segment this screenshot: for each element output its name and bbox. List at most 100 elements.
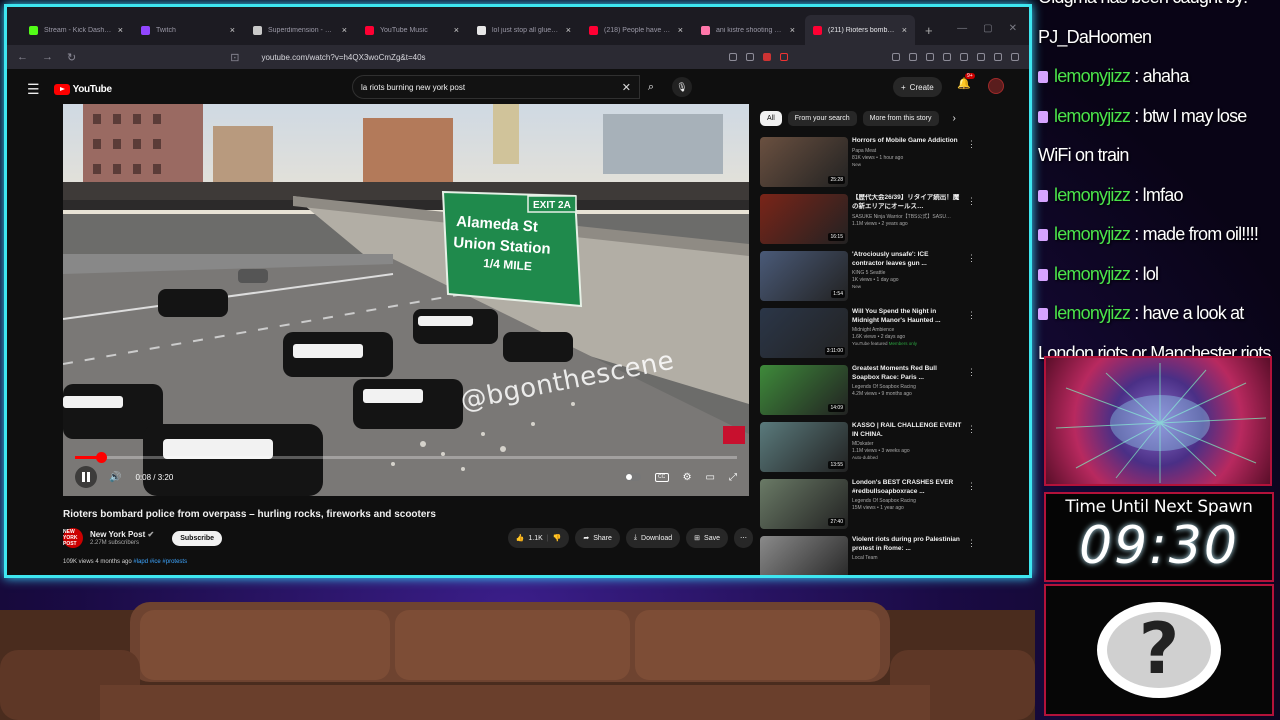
- subscribe-button[interactable]: Subscribe: [172, 530, 223, 546]
- browser-tab[interactable]: Twitch ×: [133, 15, 243, 45]
- youtube-logo[interactable]: YouTube: [53, 83, 112, 95]
- extension-icon[interactable]: [763, 53, 771, 61]
- video-thumbnail[interactable]: 1:54: [760, 251, 848, 301]
- maximize-icon[interactable]: ▢: [983, 23, 992, 34]
- url-field[interactable]: youtube.com/watch?v=h4QX3woCmZg&t=40s: [253, 53, 715, 62]
- forward-icon[interactable]: →: [42, 51, 53, 63]
- minimize-icon[interactable]: —: [957, 23, 967, 34]
- rec-channel[interactable]: Legends Of Soapbox Racing: [852, 384, 962, 390]
- like-button[interactable]: 👍 1.1K | 👎: [507, 528, 570, 548]
- reload-icon[interactable]: ↻: [67, 51, 76, 64]
- toolbar-icon[interactable]: [994, 53, 1002, 61]
- extension-icon[interactable]: [780, 53, 788, 61]
- theater-mode-icon[interactable]: ▭: [706, 472, 715, 483]
- more-options-icon[interactable]: ⋮: [967, 253, 976, 264]
- rec-channel[interactable]: Papa Meat: [852, 148, 962, 154]
- browser-tab[interactable]: (211) Rioters bombard po ×: [805, 15, 915, 45]
- filter-chip[interactable]: From your search: [787, 111, 857, 126]
- more-options-icon[interactable]: ⋮: [967, 310, 976, 321]
- toolbar-icon[interactable]: [909, 53, 917, 61]
- rec-channel[interactable]: Midnight Ambience: [852, 327, 962, 333]
- recommended-video[interactable]: 14:09 Greatest Moments Red Bull Soapbox …: [760, 365, 980, 422]
- tab-close-icon[interactable]: ×: [118, 25, 123, 35]
- extension-icon[interactable]: [746, 53, 754, 61]
- pause-button[interactable]: [75, 466, 97, 488]
- toolbar-icon[interactable]: [943, 53, 951, 61]
- description-box[interactable]: 109K views 4 months ago #lapd #ice #prot…: [63, 559, 187, 565]
- browser-tab[interactable]: YouTube Music ×: [357, 15, 467, 45]
- recommended-video[interactable]: 27:40 London's BEST CRASHES EVER #redbul…: [760, 479, 980, 536]
- thumbs-down-icon[interactable]: 👎: [553, 534, 562, 542]
- rec-title[interactable]: Will You Spend the Night in Midnight Man…: [852, 308, 962, 325]
- video-thumbnail[interactable]: 27:40: [760, 479, 848, 529]
- browser-tab[interactable]: ani kistre shooting meme ver ×: [693, 15, 803, 45]
- rec-channel[interactable]: MDskater: [852, 441, 962, 447]
- rec-title[interactable]: 【歴代大会26/39】リタイア続出！魔の新エリアにオールス…: [852, 194, 962, 211]
- rec-title[interactable]: Greatest Moments Red Bull Soapbox Race: …: [852, 365, 962, 382]
- video-thumbnail[interactable]: 14:09: [760, 365, 848, 415]
- description-tags[interactable]: #lapd #ice #protests: [133, 559, 187, 565]
- rec-channel[interactable]: Legends Of Soapbox Racing: [852, 498, 962, 504]
- captions-icon[interactable]: CC: [654, 472, 669, 482]
- search-button[interactable]: ⌕: [640, 75, 662, 99]
- recommended-video[interactable]: 13:55 KASSO | RAIL CHALLENGE EVENT IN CH…: [760, 422, 980, 479]
- create-button[interactable]: + Create: [893, 77, 942, 97]
- download-button[interactable]: ⤓ Download: [625, 528, 681, 548]
- recommended-video[interactable]: 25:28 Horrors of Mobile Game Addiction P…: [760, 137, 980, 194]
- video-thumbnail[interactable]: 3:11:00: [760, 308, 848, 358]
- more-options-icon[interactable]: ⋮: [967, 196, 976, 207]
- rec-channel[interactable]: Local Team: [852, 555, 962, 561]
- rec-title[interactable]: 'Atrociously unsafe': ICE contractor lea…: [852, 251, 962, 268]
- browser-tab[interactable]: Superdimension - Free Download ×: [245, 15, 355, 45]
- autoplay-toggle[interactable]: [624, 473, 641, 481]
- channel-name[interactable]: New York Post ✔: [90, 530, 154, 539]
- filter-chip[interactable]: All: [760, 111, 782, 126]
- save-button[interactable]: ⊞ Save: [686, 528, 728, 548]
- more-options-icon[interactable]: ⋮: [967, 481, 976, 492]
- video-thumbnail[interactable]: 13:55: [760, 422, 848, 472]
- volume-icon[interactable]: 🔊: [109, 472, 121, 483]
- rec-title[interactable]: Violent riots during pro Palestinian pro…: [852, 536, 962, 553]
- rec-title[interactable]: KASSO | RAIL CHALLENGE EVENT IN CHINA.: [852, 422, 962, 439]
- extension-icon[interactable]: [729, 53, 737, 61]
- close-window-icon[interactable]: ✕: [1009, 23, 1017, 34]
- menu-icon[interactable]: [1011, 53, 1019, 61]
- chevron-right-icon[interactable]: ›: [953, 113, 956, 124]
- toolbar-icon[interactable]: [926, 53, 934, 61]
- rec-channel[interactable]: SASUKE Ninja Warrior【TBS公式】SASU…: [852, 213, 962, 220]
- browser-tab[interactable]: Stream - Kick Dashboard ×: [21, 15, 131, 45]
- toolbar-icon[interactable]: [892, 53, 900, 61]
- more-options-icon[interactable]: ⋮: [967, 139, 976, 150]
- recommended-video[interactable]: 3:11:00 Will You Spend the Night in Midn…: [760, 308, 980, 365]
- video-thumbnail[interactable]: 16:15: [760, 194, 848, 244]
- browser-tab[interactable]: (218) People have found electr ×: [581, 15, 691, 45]
- rec-title[interactable]: London's BEST CRASHES EVER #redbullsoapb…: [852, 479, 962, 496]
- voice-search-button[interactable]: 🎙: [672, 77, 692, 97]
- new-tab-button[interactable]: +: [917, 23, 941, 45]
- back-icon[interactable]: ←: [17, 51, 28, 63]
- recommended-video[interactable]: 16:15 【歴代大会26/39】リタイア続出！魔の新エリアにオールス… SAS…: [760, 194, 980, 251]
- share-button[interactable]: ➦ Share: [575, 528, 620, 548]
- tab-close-icon[interactable]: ×: [902, 25, 907, 35]
- search-input[interactable]: la riots burning new york post ✕: [352, 75, 640, 99]
- settings-gear-icon[interactable]: ⚙: [683, 472, 692, 483]
- tab-close-icon[interactable]: ×: [230, 25, 235, 35]
- toolbar-icon[interactable]: [977, 53, 985, 61]
- video-player[interactable]: EXIT 2A Alameda St Union Station 1/4 MIL…: [63, 104, 749, 496]
- recommended-video[interactable]: 1:54 'Atrociously unsafe': ICE contracto…: [760, 251, 980, 308]
- rec-title[interactable]: Horrors of Mobile Game Addiction: [852, 137, 962, 146]
- tab-close-icon[interactable]: ×: [790, 25, 795, 35]
- recommended-video[interactable]: Violent riots during pro Palestinian pro…: [760, 536, 980, 575]
- fullscreen-icon[interactable]: ⤢: [729, 472, 737, 483]
- video-thumbnail[interactable]: 25:28: [760, 137, 848, 187]
- tab-close-icon[interactable]: ×: [342, 25, 347, 35]
- account-avatar[interactable]: [988, 78, 1004, 94]
- clear-search-icon[interactable]: ✕: [622, 81, 631, 94]
- filter-chip[interactable]: More from this story: [862, 111, 939, 126]
- more-actions-button[interactable]: ⋯: [734, 528, 753, 548]
- rec-channel[interactable]: KING 5 Seattle: [852, 270, 962, 276]
- progress-bar[interactable]: [75, 452, 737, 463]
- toolbar-icon[interactable]: [960, 53, 968, 61]
- tab-close-icon[interactable]: ×: [678, 25, 683, 35]
- tab-close-icon[interactable]: ×: [566, 25, 571, 35]
